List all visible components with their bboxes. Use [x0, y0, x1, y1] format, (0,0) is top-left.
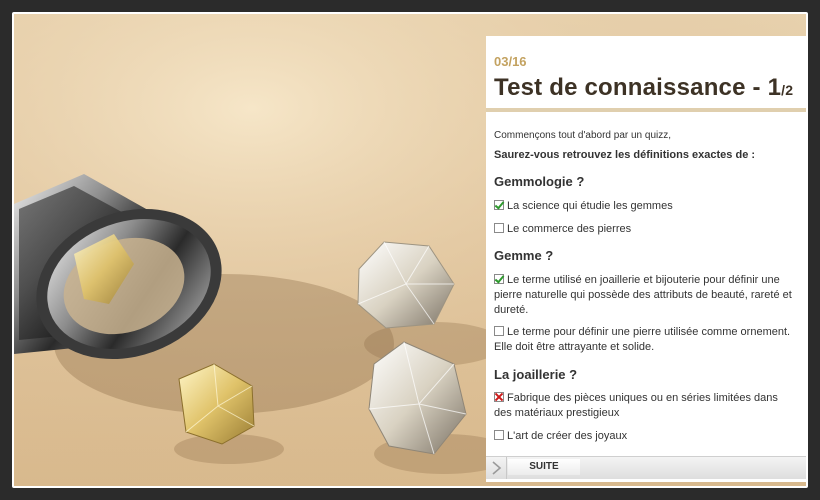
checkbox-unchecked[interactable]: [494, 430, 504, 440]
page-title-text: Test de connaissance - 1: [494, 74, 782, 101]
checkbox-checked-wrong[interactable]: [494, 392, 504, 402]
checkbox-checked-correct[interactable]: [494, 274, 504, 284]
checkbox-checked-correct[interactable]: [494, 200, 504, 210]
divider: [506, 457, 507, 479]
slide-counter: 03/16: [494, 54, 527, 69]
answer-label: Le commerce des pierres: [507, 223, 632, 235]
answer-label: Le terme pour définir une pierre utilisé…: [494, 326, 791, 353]
answer-option[interactable]: La science qui étudie les gemmes: [494, 199, 798, 214]
answer-option[interactable]: Le terme pour définir une pierre utilisé…: [494, 325, 798, 355]
quiz-panel: 03/16 Test de connaissance - 1/2 Commenç…: [486, 36, 806, 482]
answer-option[interactable]: Le commerce des pierres: [494, 222, 798, 237]
answer-option[interactable]: Fabrique des pièces uniques ou en séries…: [494, 391, 798, 421]
next-button[interactable]: SUITE: [508, 459, 580, 475]
question-title: Gemmologie ?: [494, 174, 585, 189]
intro-text: Commençons tout d'abord par un quizz,: [494, 130, 672, 141]
question-title: Gemme ?: [494, 248, 554, 263]
answer-label: La science qui étudie les gemmes: [507, 200, 673, 212]
answer-label: L'art de créer des joyaux: [507, 430, 628, 442]
checkbox-unchecked[interactable]: [494, 326, 504, 336]
answer-label: Le terme utilisé en joaillerie et bijout…: [494, 274, 792, 316]
course-window: 03/16 Test de connaissance - 1/2 Commenç…: [12, 12, 808, 488]
answer-option[interactable]: L'art de créer des joyaux: [494, 429, 798, 444]
title-divider: [486, 108, 806, 112]
answer-option[interactable]: Le terme utilisé en joaillerie et bijout…: [494, 273, 798, 318]
chevron-right-icon[interactable]: [490, 460, 504, 476]
navigation-bar: SUITE: [486, 456, 806, 479]
checkbox-unchecked[interactable]: [494, 223, 504, 233]
page-title: Test de connaissance - 1/2: [494, 74, 793, 102]
answer-label: Fabrique des pièces uniques ou en séries…: [494, 392, 778, 419]
intro-prompt: Saurez-vous retrouvez les définitions ex…: [494, 149, 756, 161]
page-title-fraction: /2: [781, 82, 794, 98]
question-title: La joaillerie ?: [494, 367, 578, 382]
